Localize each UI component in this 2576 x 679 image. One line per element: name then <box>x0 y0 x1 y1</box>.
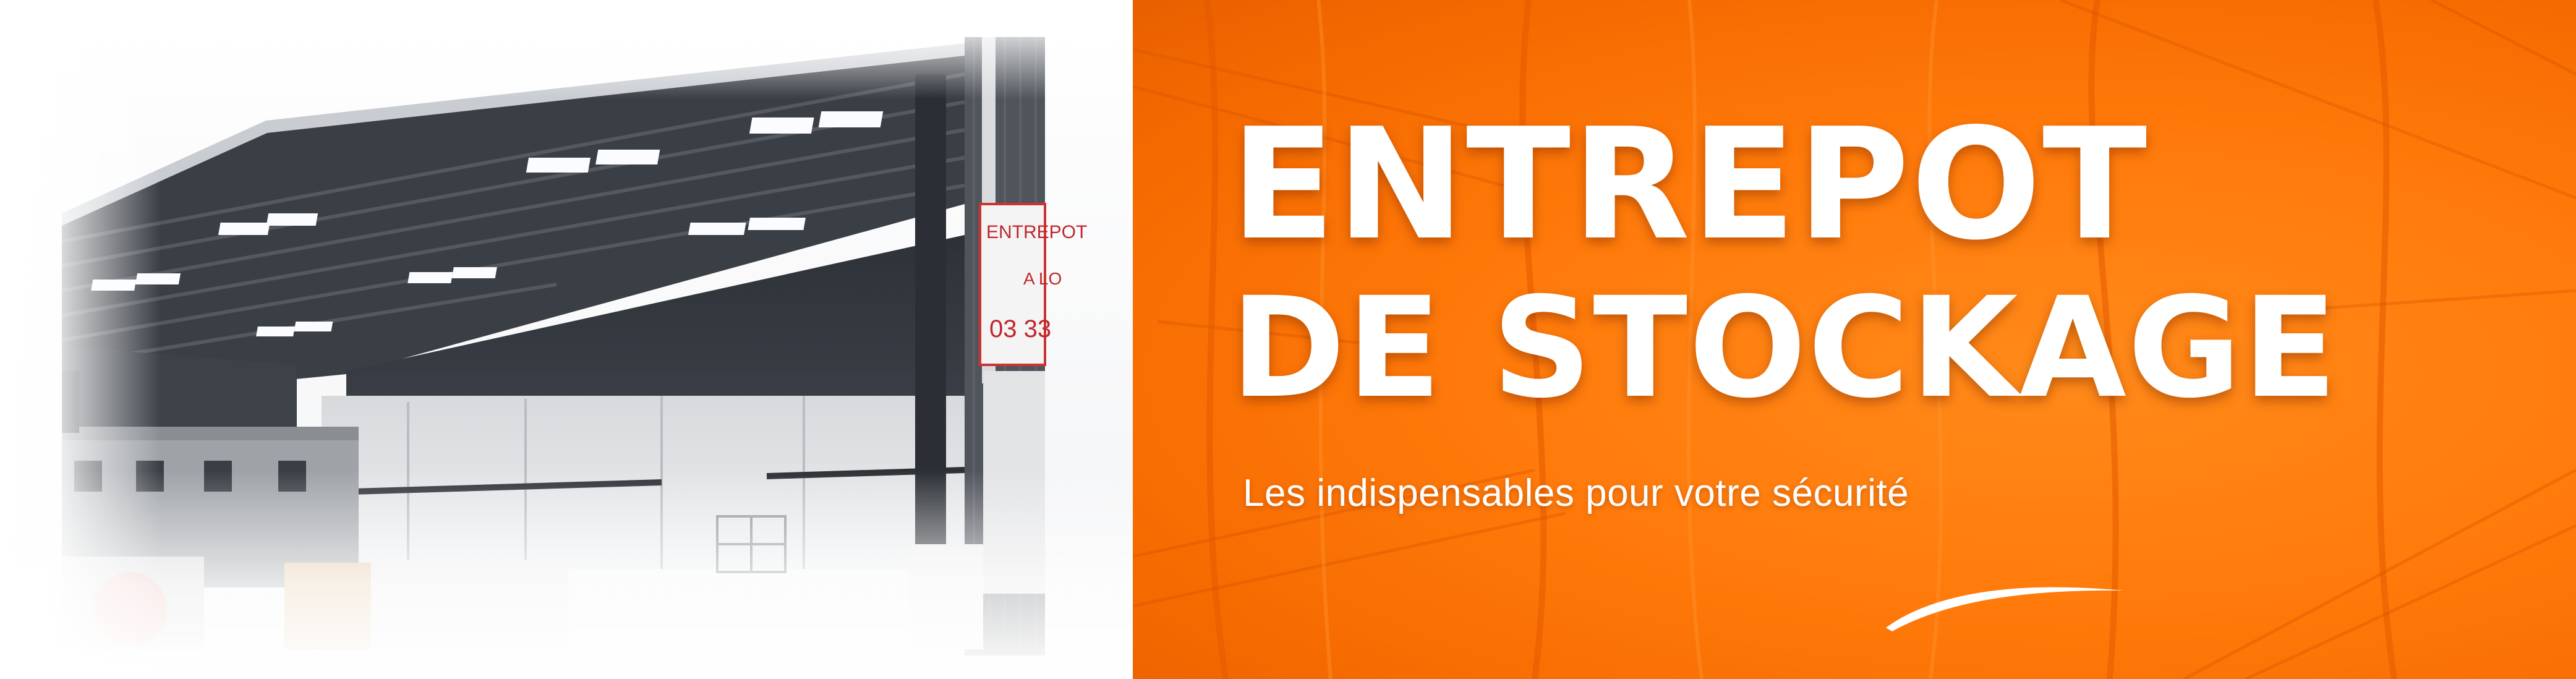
headline-panel: ENTREPOT DE STOCKAGE Les indispensables … <box>1133 0 2576 679</box>
sign-text-location: A LO <box>1023 269 1062 288</box>
subtitle: Les indispensables pour votre sécurité <box>1243 472 1909 515</box>
swoosh-accent <box>1886 587 2123 631</box>
headline-line-2: DE STOCKAGE <box>1230 267 2339 429</box>
warehouse-illustration: ENTREPOT A LO 03 33 <box>0 0 1133 679</box>
headline-line-1: ENTREPOT <box>1230 96 2149 274</box>
headline: ENTREPOT DE STOCKAGE <box>1230 108 2339 417</box>
sign-text-entrepot: ENTREPOT <box>986 222 1087 242</box>
hero-banner: ENTREPOT A LO 03 33 ENTREPOT DE STOCKAGE… <box>0 0 2576 679</box>
sign-text-phone: 03 33 <box>989 315 1051 343</box>
warehouse-photo: ENTREPOT A LO 03 33 <box>0 0 1133 679</box>
